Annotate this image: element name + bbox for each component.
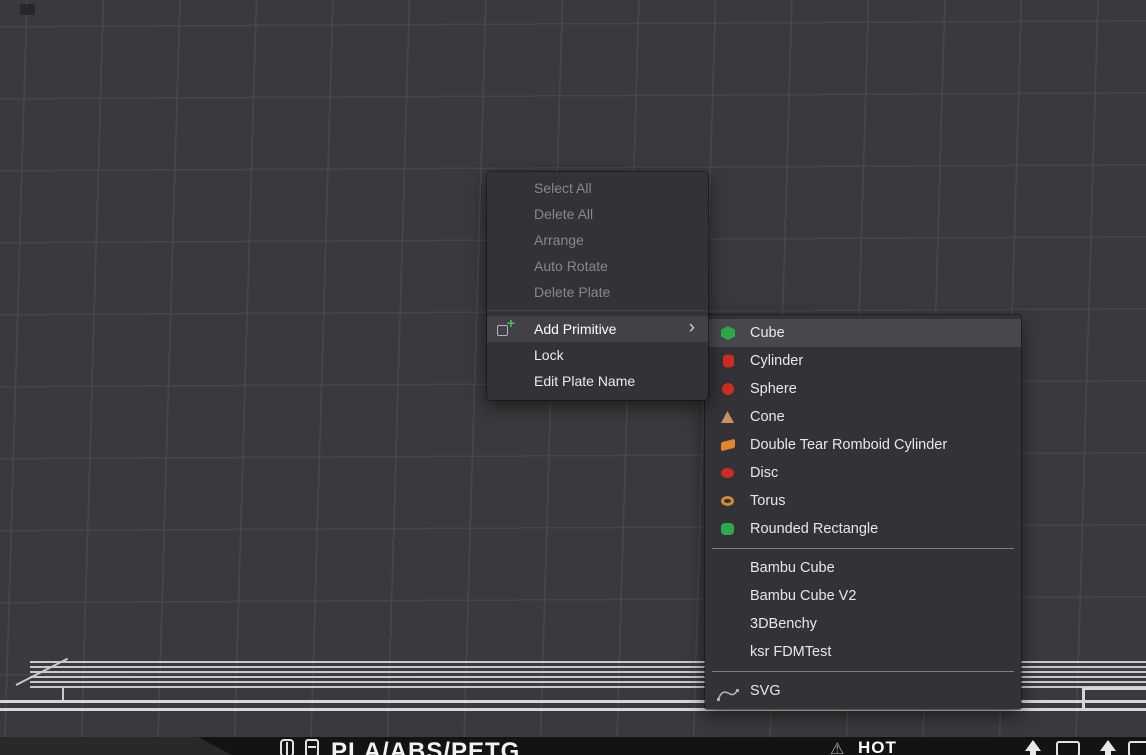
submenu-item-label: 3DBenchy — [750, 616, 817, 632]
submenu-item-bambu-cube[interactable]: Bambu Cube — [705, 554, 1021, 582]
bottom-left-panel-corner — [0, 737, 236, 755]
submenu-item-3dbenchy[interactable]: 3DBenchy — [705, 610, 1021, 638]
status-bar: PLA/ABS/PETG ⚠ HOT — [0, 737, 1146, 755]
submenu-item-label: Bambu Cube — [750, 560, 835, 576]
submenu-item-cone[interactable]: Cone — [705, 403, 1021, 431]
submenu-separator — [712, 671, 1014, 672]
menu-item-edit-plate-name[interactable]: Edit Plate Name — [487, 368, 708, 394]
context-menu: Select All Delete All Arrange Auto Rotat… — [487, 172, 708, 400]
submenu-item-cube[interactable]: Cube — [705, 319, 1021, 347]
chevron-right-icon: › — [689, 315, 695, 341]
submenu-item-bambu-cube-v2[interactable]: Bambu Cube V2 — [705, 582, 1021, 610]
plate-corner-bracket — [1082, 687, 1146, 711]
cone-icon — [721, 411, 734, 423]
warning-triangle-icon: ⚠ — [830, 739, 844, 755]
submenu-item-label: Torus — [750, 493, 785, 509]
menu-item-delete-plate[interactable]: Delete Plate — [487, 279, 708, 305]
double-tear-romboid-cylinder-icon — [721, 439, 735, 451]
plate-slot-icon[interactable] — [1128, 741, 1146, 755]
plate-slot-icon[interactable] — [1056, 741, 1080, 755]
disc-icon — [721, 468, 734, 478]
submenu-item-label: Rounded Rectangle — [750, 521, 878, 537]
menu-item-delete-all[interactable]: Delete All — [487, 201, 708, 227]
rounded-rectangle-icon — [721, 523, 734, 535]
submenu-item-label: Cube — [750, 325, 785, 341]
submenu-item-label: Disc — [750, 465, 778, 481]
svg-curve-icon — [717, 684, 739, 698]
submenu-item-label: ksr FDMTest — [750, 644, 831, 660]
menu-item-auto-rotate[interactable]: Auto Rotate — [487, 253, 708, 279]
submenu-item-double-tear-romboid-cylinder[interactable]: Double Tear Romboid Cylinder — [705, 431, 1021, 459]
move-up-icon[interactable] — [1100, 740, 1116, 751]
submenu-item-cylinder[interactable]: Cylinder — [705, 347, 1021, 375]
submenu-item-label: Cone — [750, 409, 785, 425]
plus-icon: + — [507, 316, 515, 330]
submenu-item-svg[interactable]: SVG — [705, 677, 1021, 705]
menu-item-select-all[interactable]: Select All — [487, 175, 708, 201]
menu-item-label: Add Primitive — [534, 321, 616, 337]
submenu-item-rounded-rectangle[interactable]: Rounded Rectangle — [705, 515, 1021, 543]
submenu-item-ksr-fdmtest[interactable]: ksr FDMTest — [705, 638, 1021, 666]
move-up-icon[interactable] — [1025, 740, 1041, 751]
submenu-item-label: Double Tear Romboid Cylinder — [750, 437, 947, 453]
submenu-item-label: Sphere — [750, 381, 797, 397]
submenu-item-torus[interactable]: Torus — [705, 487, 1021, 515]
cube-icon — [721, 326, 735, 340]
filament-type-text: PLA/ABS/PETG — [331, 738, 520, 755]
submenu-separator — [712, 548, 1014, 549]
submenu-item-sphere[interactable]: Sphere — [705, 375, 1021, 403]
add-primitive-icon: + — [496, 320, 516, 338]
slicer-3d-viewport: Select All Delete All Arrange Auto Rotat… — [0, 0, 1146, 755]
ams-box-icon[interactable] — [305, 739, 319, 755]
hot-label: HOT — [858, 738, 897, 755]
torus-icon — [721, 496, 734, 506]
add-primitive-submenu: Cube Cylinder Sphere Cone Double Tear Ro… — [705, 315, 1021, 709]
menu-item-arrange[interactable]: Arrange — [487, 227, 708, 253]
submenu-item-label: Cylinder — [750, 353, 803, 369]
filament-spool-icon[interactable] — [280, 739, 294, 755]
submenu-item-label: Bambu Cube V2 — [750, 588, 856, 604]
menu-item-add-primitive[interactable]: + Add Primitive › — [487, 316, 708, 342]
cylinder-icon — [723, 355, 734, 368]
submenu-item-disc[interactable]: Disc — [705, 459, 1021, 487]
menu-item-lock[interactable]: Lock — [487, 342, 708, 368]
submenu-item-label: SVG — [750, 683, 781, 699]
menu-separator — [487, 310, 708, 311]
sphere-icon — [722, 383, 734, 395]
